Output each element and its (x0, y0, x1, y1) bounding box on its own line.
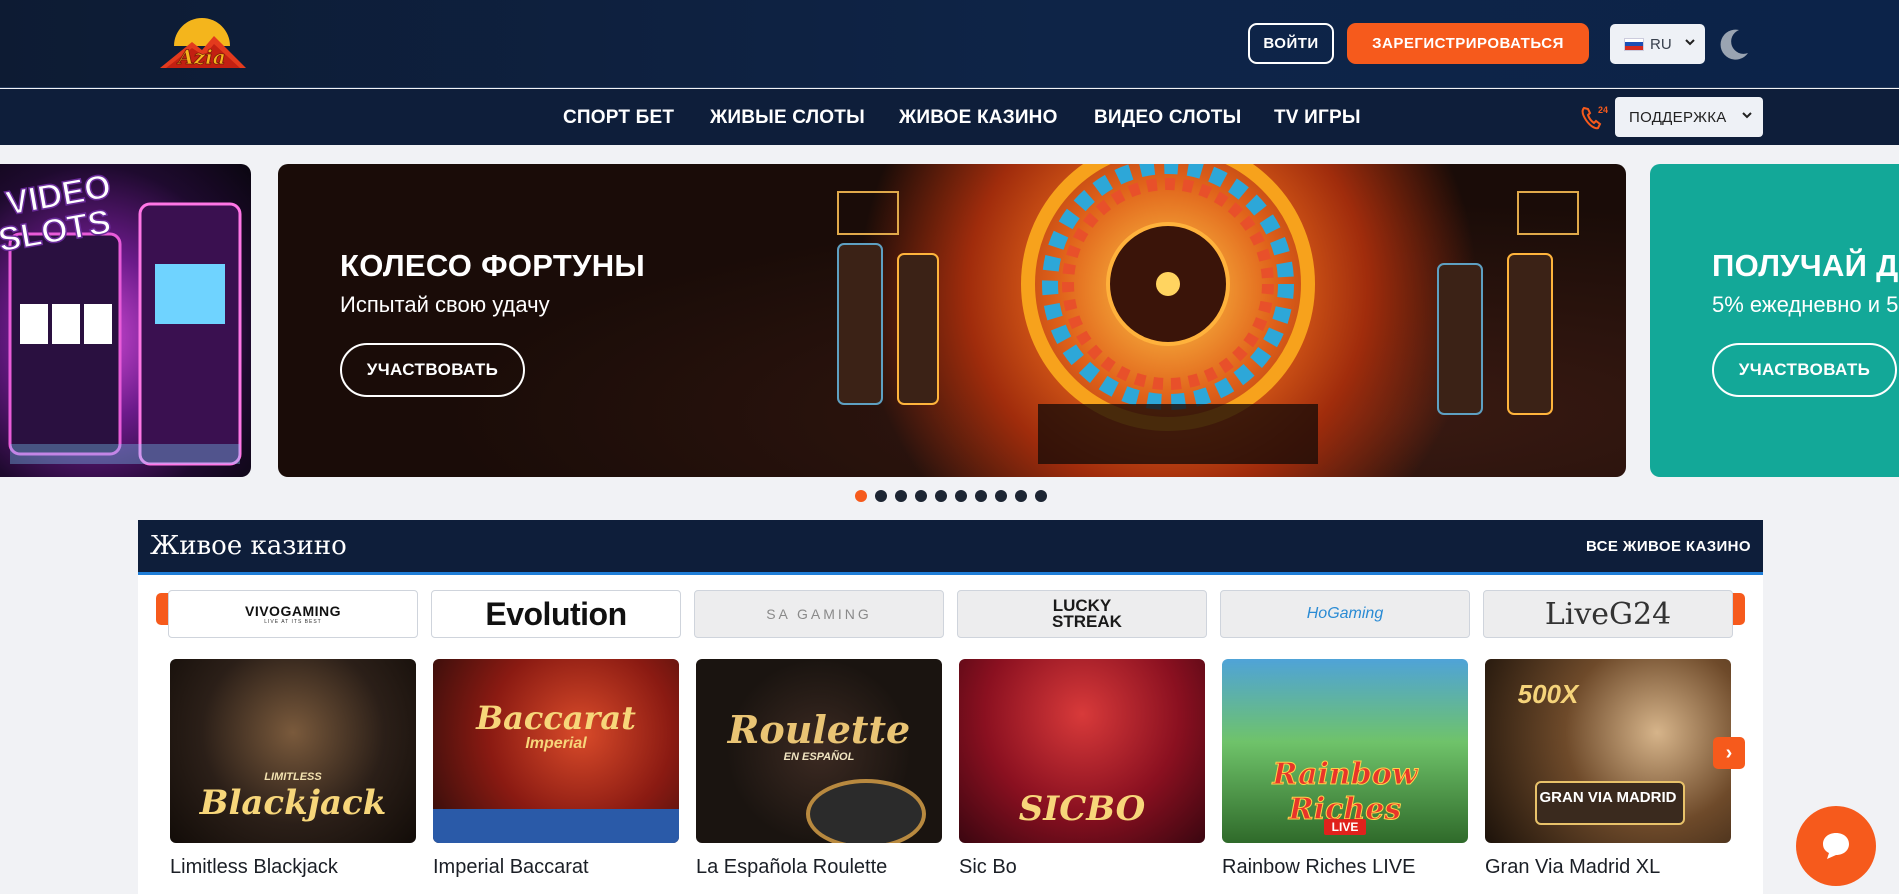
nav-item-sport-bet[interactable]: СПОРТ БЕТ (563, 107, 674, 129)
language-value: RU (1650, 35, 1672, 53)
flag-ru-icon (1624, 37, 1644, 51)
game-thumbnail[interactable]: Rainbow Riches LIVE (1222, 659, 1468, 843)
provider-name: VIVOGAMING (244, 603, 341, 619)
language-select[interactable]: RU (1610, 24, 1705, 64)
game-thumbnail[interactable]: Baccarat Imperial (433, 659, 679, 843)
section-header: Живое казино ВСЕ ЖИВОЕ КАЗИНО (138, 520, 1763, 575)
game-title[interactable]: La Española Roulette (696, 856, 887, 879)
slide-subtitle: Испытай свою удачу (340, 292, 550, 317)
provider-name: HoGaming (1306, 605, 1384, 622)
provider-sa-gaming[interactable]: SA GAMING (694, 590, 944, 638)
game-art-top: EN ESPAÑOL (783, 751, 855, 763)
wheel-of-fortune-art (837, 164, 1579, 464)
register-button[interactable]: ЗАРЕГИСТРИРОВАТЬСЯ (1347, 23, 1589, 64)
slider-pagination (855, 490, 1047, 502)
game-art-title: Baccarat (476, 699, 636, 737)
game-art-title: Rainbow Riches (1272, 757, 1418, 828)
live-badge: LIVE (1324, 819, 1366, 835)
game-thumbnail[interactable]: Roulette EN ESPAÑOL (696, 659, 942, 843)
slider-dot[interactable] (895, 490, 907, 502)
chevron-down-icon (1684, 36, 1696, 51)
section-title: Живое казино (150, 531, 347, 561)
provider-lucky-streak[interactable]: LUCKY STREAK (957, 590, 1207, 638)
nav-item-live-slots[interactable]: ЖИВЫЕ СЛОТЫ (710, 107, 865, 129)
game-title[interactable]: Sic Bo (959, 856, 1017, 879)
chevron-right-icon[interactable]: › (1713, 737, 1745, 769)
participate-button[interactable]: УЧАСТВОВАТЬ (340, 343, 525, 397)
hero-slide-previous[interactable]: VIDEO SLOTS (0, 164, 251, 477)
logo-text: Azia (176, 45, 225, 69)
provider-name: Evolution (485, 595, 627, 632)
slider-dot[interactable] (855, 490, 867, 502)
support-label: ПОДДЕРЖКА (1629, 108, 1727, 126)
slider-dot[interactable] (875, 490, 887, 502)
slider-dot[interactable] (935, 490, 947, 502)
chevron-down-icon (1741, 109, 1753, 124)
hero-slide-next[interactable]: ПОЛУЧАЙ ДВ 5% ежедневно и 5 УЧАСТВОВАТЬ (1650, 164, 1899, 477)
provider-tagline: LIVE AT ITS BEST (264, 619, 322, 625)
provider-name: SA GAMING (766, 606, 872, 622)
nav-item-video-slots[interactable]: ВИДЕО СЛОТЫ (1094, 107, 1241, 129)
game-title[interactable]: Gran Via Madrid XL (1485, 856, 1660, 879)
provider-evolution[interactable]: Evolution (431, 590, 681, 638)
site-logo[interactable]: Azia (152, 6, 252, 78)
support-select[interactable]: ПОДДЕРЖКА (1615, 97, 1763, 137)
game-title[interactable]: Rainbow Riches LIVE (1222, 856, 1415, 879)
slide-title: КОЛЕСО ФОРТУНЫ (340, 248, 646, 283)
game-art-title: Blackjack (199, 783, 387, 823)
provider-name: LUCKY STREAK (1052, 596, 1122, 631)
game-title[interactable]: Imperial Baccarat (433, 856, 589, 879)
provider-vivogaming[interactable]: VIVOGAMING LIVE AT ITS BEST (168, 590, 418, 638)
game-title[interactable]: Limitless Blackjack (170, 856, 338, 879)
chat-icon (1823, 833, 1849, 859)
provider-hogaming[interactable]: HoGaming (1220, 590, 1470, 638)
game-art-top: 500X (1517, 679, 1579, 709)
top-header: Azia ВОЙТИ ЗАРЕГИСТРИРОВАТЬСЯ RU (0, 0, 1899, 88)
slide-subtitle-next: 5% ежедневно и 5 (1712, 292, 1899, 317)
game-art-title: SICBO (1018, 789, 1146, 829)
game-art-title: Roulette (727, 707, 911, 752)
slider-dot[interactable] (995, 490, 1007, 502)
slider-dot[interactable] (1035, 490, 1047, 502)
hero-slide-active[interactable]: КОЛЕСО ФОРТУНЫ Испытай свою удачу УЧАСТВ… (278, 164, 1626, 477)
provider-liveg24[interactable]: LiveG24 (1483, 590, 1733, 638)
game-thumbnail[interactable]: 500X GRAN VIA MADRID (1485, 659, 1731, 843)
logo-icon: Azia (160, 18, 246, 69)
slider-dot[interactable] (1015, 490, 1027, 502)
game-art-title: GRAN VIA MADRID (1539, 789, 1677, 806)
nav-item-live-casino[interactable]: ЖИВОЕ КАЗИНО (899, 107, 1058, 129)
slider-dot[interactable] (955, 490, 967, 502)
provider-name: LiveG24 (1544, 596, 1672, 632)
chat-button[interactable] (1796, 806, 1876, 886)
all-live-casino-link[interactable]: ВСЕ ЖИВОЕ КАЗИНО (1586, 538, 1751, 555)
slider-dot[interactable] (915, 490, 927, 502)
game-thumbnail[interactable]: LIMITLESS Blackjack (170, 659, 416, 843)
slide-title-next: ПОЛУЧАЙ ДВ (1712, 248, 1899, 283)
phone-24-icon[interactable]: 24 (1578, 103, 1608, 133)
slider-dot[interactable] (975, 490, 987, 502)
slot-machine-art: VIDEO SLOTS (0, 166, 242, 466)
login-button[interactable]: ВОЙТИ (1248, 23, 1334, 64)
game-thumbnail[interactable]: SICBO (959, 659, 1205, 843)
nav-item-tv-games[interactable]: TV ИГРЫ (1274, 107, 1361, 129)
moon-icon[interactable] (1717, 27, 1751, 61)
game-art-top: LIMITLESS (264, 771, 322, 783)
participate-button-next[interactable]: УЧАСТВОВАТЬ (1712, 343, 1897, 397)
game-art-top: Imperial (525, 735, 587, 752)
phone-badge: 24 (1598, 105, 1608, 115)
